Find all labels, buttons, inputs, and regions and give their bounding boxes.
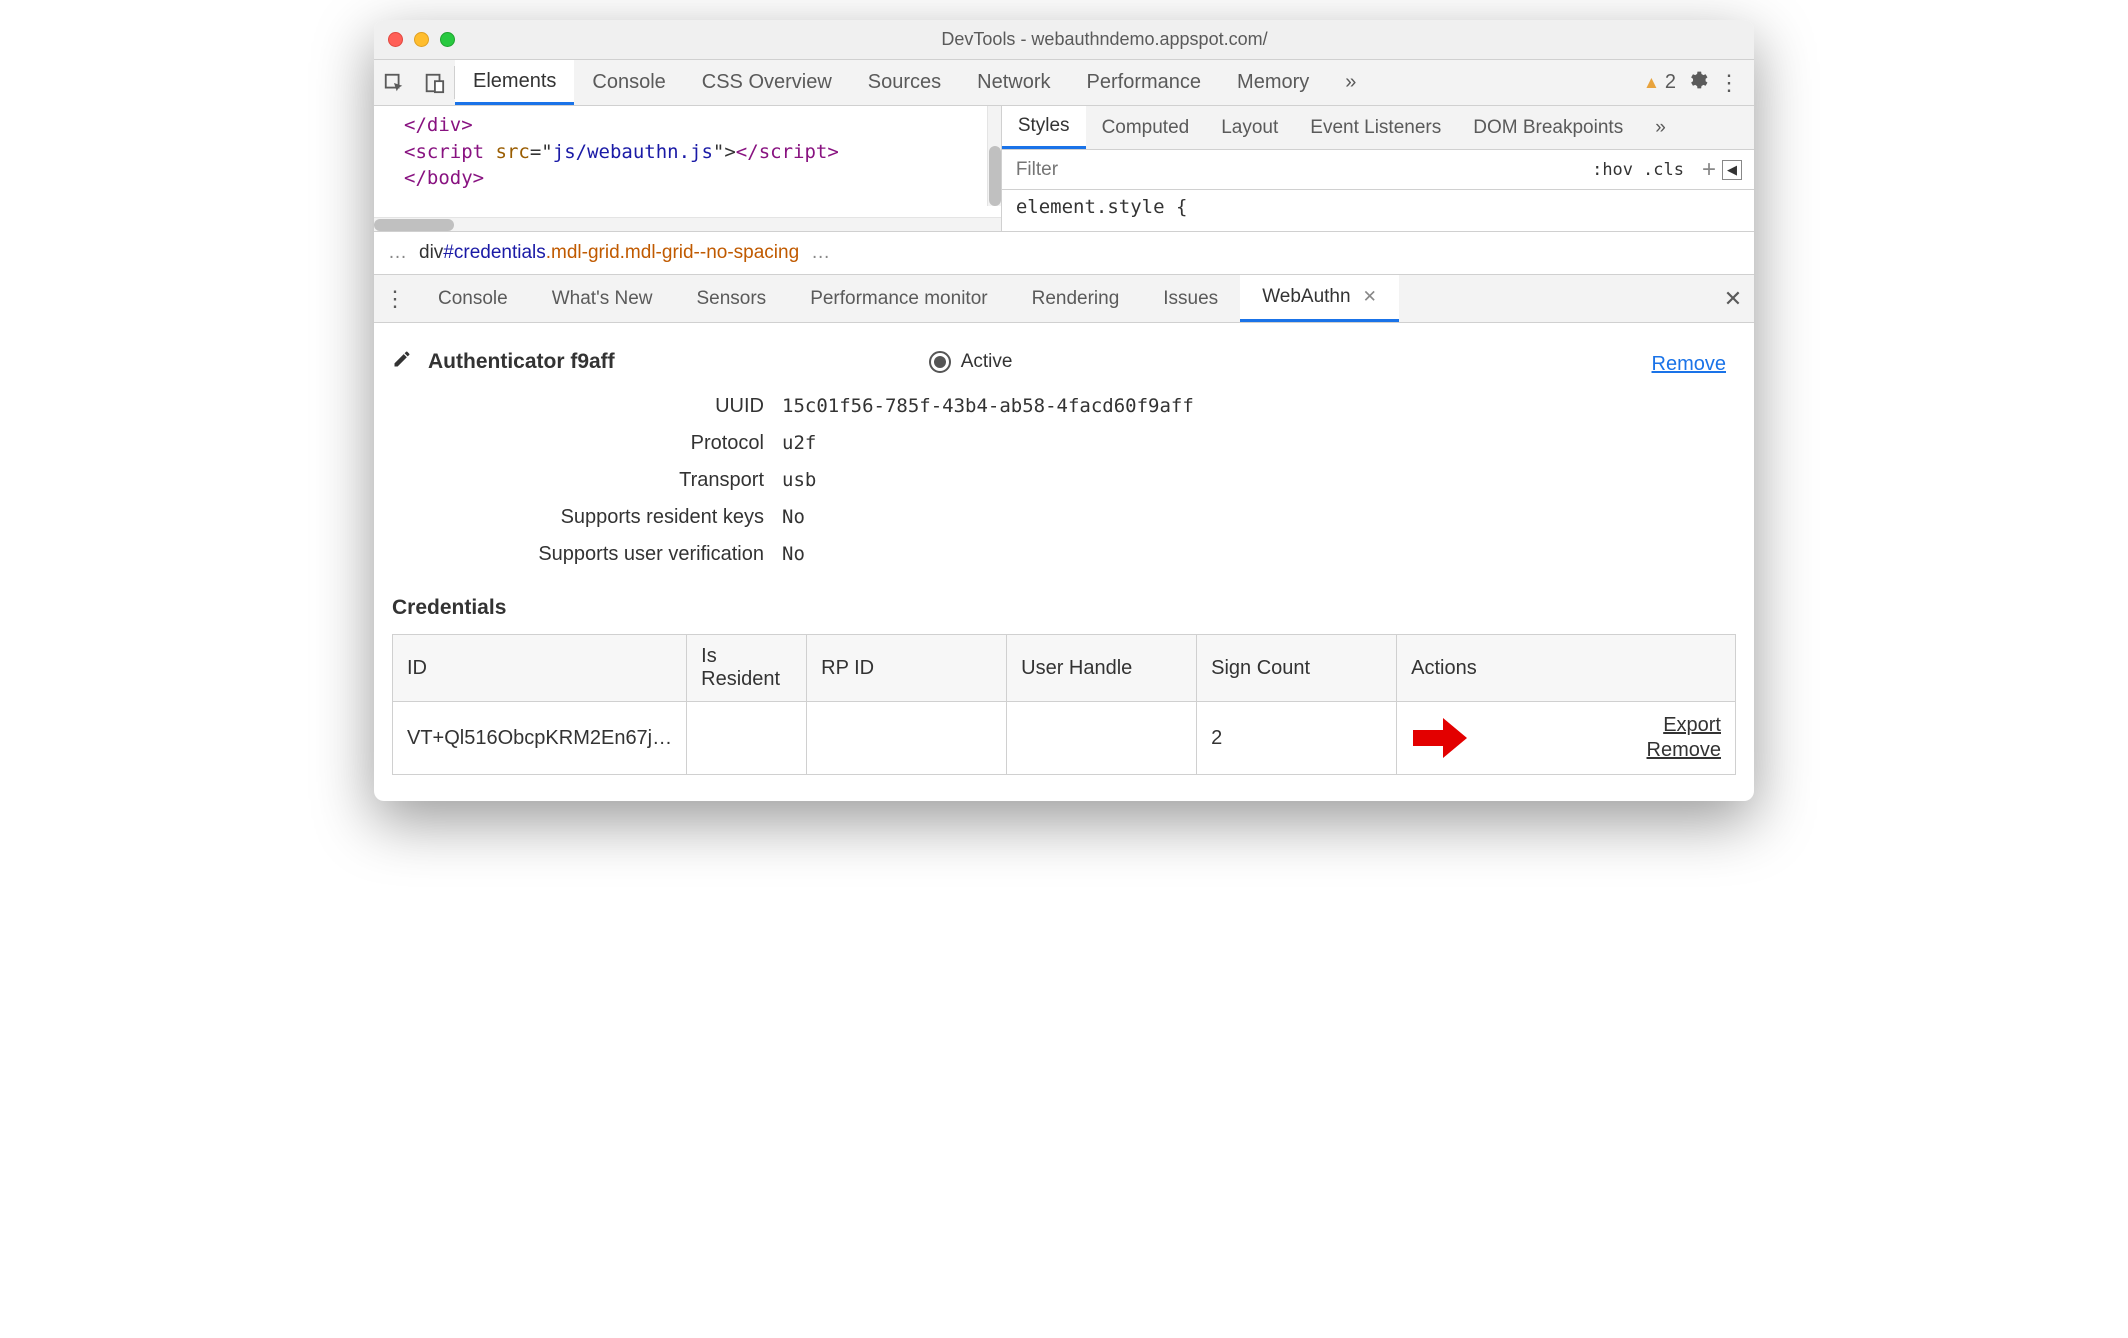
cell-is-resident [687,702,807,775]
edit-icon[interactable] [392,349,414,375]
styles-filter-row: :hov .cls + ◀ [1002,150,1754,190]
active-radio[interactable]: Active [929,351,1013,373]
element-style-declaration[interactable]: element.style { [1002,190,1754,224]
dom-source: </div> <script src="js/webauthn.js"></sc… [374,106,1001,192]
credentials-heading: Credentials [392,596,1736,620]
vertical-scrollbar[interactable] [987,106,1001,206]
prop-value: 15c01f56-785f-43b4-ab58-4facd60f9aff [782,395,1194,418]
tab-network[interactable]: Network [959,60,1068,105]
drawer-tab-webauthn[interactable]: WebAuthn ✕ [1240,275,1399,322]
breadcrumb-item[interactable]: div#credentials.mdl-grid.mdl-grid--no-sp… [419,242,799,264]
drawer-tab-bar: ⋮ Console What's New Sensors Performance… [374,275,1754,323]
prop-label: Supports user verification [392,543,782,566]
prop-value: No [782,543,805,566]
window-titlebar: DevTools - webauthndemo.appspot.com/ [374,20,1754,60]
horizontal-scrollbar[interactable] [374,217,1001,231]
prop-user-verification: Supports user verification No [392,543,1736,566]
prop-transport: Transport usb [392,469,1736,492]
prop-label: Protocol [392,432,782,455]
close-tab-icon[interactable]: ✕ [1363,287,1377,307]
settings-icon[interactable] [1686,69,1708,97]
device-toolbar-icon[interactable] [414,60,454,105]
tab-css-overview[interactable]: CSS Overview [684,60,850,105]
tab-console[interactable]: Console [574,60,683,105]
active-label: Active [961,351,1013,373]
col-rp-id: RP ID [807,635,1007,702]
authenticator-name: Authenticator f9aff [428,350,615,374]
tab-memory[interactable]: Memory [1219,60,1327,105]
prop-label: Supports resident keys [392,506,782,529]
prop-resident-keys: Supports resident keys No [392,506,1736,529]
breadcrumb-right-overflow[interactable]: … [811,242,830,264]
tab-overflow[interactable]: » [1327,60,1374,105]
kebab-menu-icon[interactable]: ⋮ [1718,70,1740,96]
prop-protocol: Protocol u2f [392,432,1736,455]
tab-performance[interactable]: Performance [1069,60,1220,105]
new-style-rule-icon[interactable]: + [1696,156,1722,184]
annotation-arrow-icon [1409,714,1469,762]
styles-tab-bar: Styles Computed Layout Event Listeners D… [1002,106,1754,150]
warnings-badge[interactable]: ▲ 2 [1643,71,1676,94]
warning-icon: ▲ [1643,73,1660,93]
styles-tab-overflow[interactable]: » [1639,106,1682,149]
authenticator-header: Authenticator f9aff Active Remove [392,349,1736,375]
toggle-sidebar-icon[interactable]: ◀ [1722,160,1742,180]
drawer-tab-console[interactable]: Console [416,275,530,322]
main-tab-bar: Elements Console CSS Overview Sources Ne… [374,60,1754,106]
drawer-tab-whats-new[interactable]: What's New [530,275,675,322]
cell-user-handle [1007,702,1197,775]
prop-label: Transport [392,469,782,492]
prop-uuid: UUID 15c01f56-785f-43b4-ab58-4facd60f9af… [392,395,1736,418]
remove-authenticator-link[interactable]: Remove [1652,353,1726,376]
col-is-resident: Is Resident [687,635,807,702]
prop-value: No [782,506,805,529]
authenticator-properties: UUID 15c01f56-785f-43b4-ab58-4facd60f9af… [392,395,1736,566]
maximize-window-button[interactable] [440,32,455,47]
window-title: DevTools - webauthndemo.appspot.com/ [455,29,1754,50]
cell-actions: Export Remove [1397,702,1736,775]
tab-elements[interactable]: Elements [455,60,574,105]
styles-filter-input[interactable] [1002,150,1580,189]
elements-split-view: </div> <script src="js/webauthn.js"></sc… [374,106,1754,231]
styles-tab-event-listeners[interactable]: Event Listeners [1294,106,1457,149]
prop-label: UUID [392,395,782,418]
inspect-element-icon[interactable] [374,60,414,105]
table-row: VT+Ql516ObcpKRM2En67j… 2 Export Remove [393,702,1736,775]
col-actions: Actions [1397,635,1736,702]
col-user-handle: User Handle [1007,635,1197,702]
cls-toggle[interactable]: .cls [1643,160,1684,180]
drawer-menu-icon[interactable]: ⋮ [374,275,416,322]
cell-id: VT+Ql516ObcpKRM2En67j… [393,702,687,775]
cell-rp-id [807,702,1007,775]
traffic-lights [374,32,455,47]
hov-toggle[interactable]: :hov [1592,160,1633,180]
prop-value: usb [782,469,816,492]
radio-icon [929,351,951,373]
drawer-tab-rendering[interactable]: Rendering [1010,275,1142,322]
col-sign-count: Sign Count [1197,635,1397,702]
drawer-tab-performance-monitor[interactable]: Performance monitor [788,275,1009,322]
col-id: ID [393,635,687,702]
minimize-window-button[interactable] [414,32,429,47]
styles-panel: Styles Computed Layout Event Listeners D… [1002,106,1754,231]
webauthn-panel: Authenticator f9aff Active Remove UUID 1… [374,323,1754,801]
breadcrumb-left-overflow[interactable]: … [388,242,407,264]
table-header-row: ID Is Resident RP ID User Handle Sign Co… [393,635,1736,702]
cell-sign-count: 2 [1197,702,1397,775]
drawer-tab-sensors[interactable]: Sensors [674,275,788,322]
prop-value: u2f [782,432,816,455]
tab-sources[interactable]: Sources [850,60,959,105]
styles-tab-layout[interactable]: Layout [1205,106,1294,149]
close-drawer-icon[interactable]: ✕ [1712,275,1754,322]
credentials-table: ID Is Resident RP ID User Handle Sign Co… [392,634,1736,775]
dom-tree-panel[interactable]: </div> <script src="js/webauthn.js"></sc… [374,106,1002,231]
drawer-tab-issues[interactable]: Issues [1141,275,1240,322]
warning-count: 2 [1665,71,1676,94]
styles-tab-styles[interactable]: Styles [1002,106,1086,149]
styles-tab-computed[interactable]: Computed [1086,106,1206,149]
breadcrumb-bar: … div#credentials.mdl-grid.mdl-grid--no-… [374,231,1754,275]
close-window-button[interactable] [388,32,403,47]
styles-tab-dom-breakpoints[interactable]: DOM Breakpoints [1457,106,1639,149]
devtools-window: DevTools - webauthndemo.appspot.com/ Ele… [374,20,1754,801]
